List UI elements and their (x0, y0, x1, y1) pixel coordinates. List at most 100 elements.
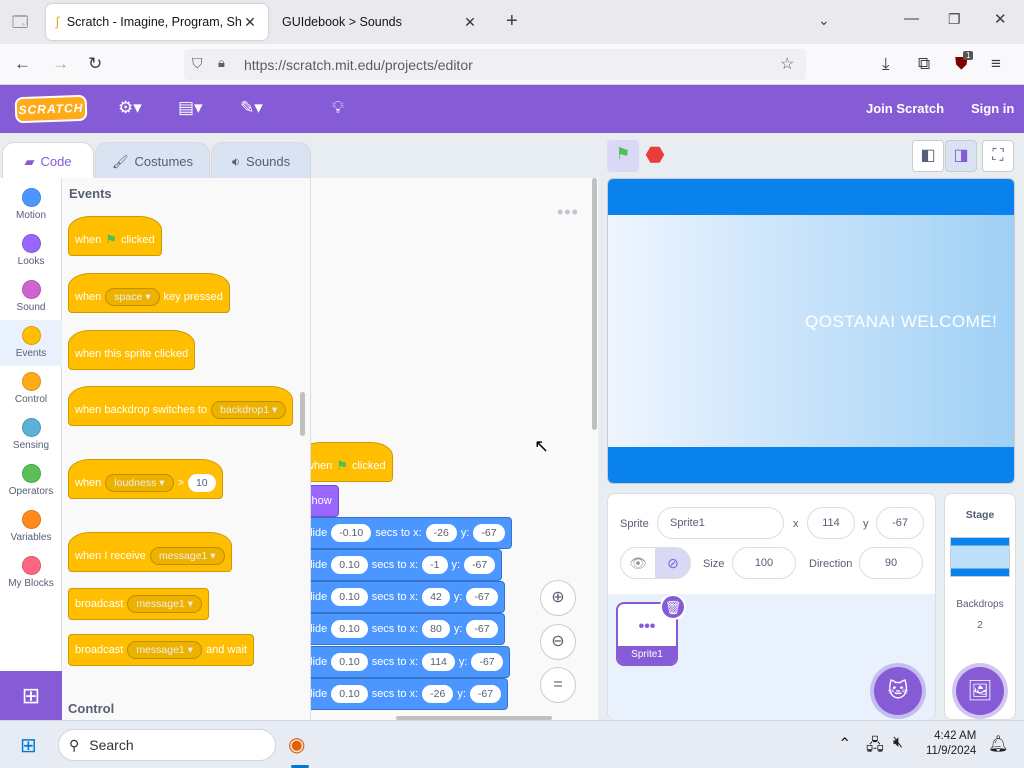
tab-costumes[interactable]: 🖌︎ Costumes (95, 142, 210, 180)
sprite-name-input[interactable]: Sprite1 (657, 507, 784, 539)
loudness-value[interactable]: 10 (187, 474, 216, 492)
block-when-flag-clicked[interactable]: when ⚑ clicked (68, 216, 162, 256)
script-block-when-flag-clicked[interactable]: when⚑clicked (311, 442, 393, 482)
block-broadcast-and-wait[interactable]: broadcast message1 ▾ and wait (68, 634, 254, 666)
y-position-input[interactable]: -67 (876, 507, 924, 539)
script-block-glide[interactable]: glide-0.10secs to x:-26y:-67 (311, 517, 512, 549)
lock-icon[interactable]: 🔒︎ (218, 55, 225, 71)
block-when-backdrop-switches[interactable]: when backdrop switches to backdrop1 ▾ (68, 386, 294, 426)
script-block-glide[interactable]: glide0.10secs to x:80y:-67 (311, 613, 505, 645)
message-dropdown[interactable]: message1 ▾ (149, 547, 225, 565)
y-input[interactable]: -67 (471, 653, 503, 671)
block-when-loudness[interactable]: when loudness ▾ >10 (68, 459, 223, 499)
category-control[interactable]: Control (0, 366, 62, 412)
close-window-button[interactable]: ✕ (994, 10, 1007, 28)
bookmark-star-icon[interactable]: ☆ (780, 54, 794, 74)
tab-list-icon[interactable]: 🗔 (12, 12, 28, 37)
script-block-glide[interactable]: glide0.10secs to x:-1y:-67 (311, 549, 503, 581)
settings-gear-icon[interactable]: ⚙▾ (118, 98, 142, 118)
stop-button[interactable]: ⬣ (639, 140, 671, 172)
join-scratch-link[interactable]: Join Scratch (866, 101, 944, 116)
url-bar[interactable]: ⛉ 🔒︎ https://scratch.mit.edu/projects/ed… (184, 49, 806, 80)
script-vertical-scrollbar[interactable] (592, 178, 597, 430)
x-position-input[interactable]: 114 (807, 507, 855, 539)
maximize-button[interactable]: ❐ (948, 11, 961, 28)
new-tab-button[interactable]: + (506, 10, 518, 33)
size-input[interactable]: 100 (732, 547, 796, 579)
secs-input[interactable]: 0.10 (331, 620, 368, 638)
secs-input[interactable]: 0.10 (331, 685, 368, 703)
x-input[interactable]: -1 (422, 556, 448, 574)
sign-in-link[interactable]: Sign in (971, 101, 1014, 116)
zoom-in-button[interactable]: ⊕ (540, 580, 576, 616)
tab-code[interactable]: ▰ Code (2, 142, 94, 180)
add-extension-button[interactable]: ⊞ (0, 671, 62, 720)
extensions-icon[interactable]: ⧉ (918, 54, 930, 74)
choose-sprite-cat-icon[interactable]: 🐱︎ (874, 667, 922, 715)
edit-menu-icon[interactable]: ✎▾ (240, 98, 263, 118)
more-options-icon[interactable]: ••• (557, 202, 579, 223)
direction-input[interactable]: 90 (859, 547, 923, 579)
shield-icon[interactable]: ⛉ (192, 55, 203, 72)
green-flag-button[interactable]: ⚑ (607, 140, 639, 172)
chevron-down-icon[interactable]: ⌄ (818, 12, 830, 29)
block-when-sprite-clicked[interactable]: when this sprite clicked (68, 330, 196, 370)
volume-mute-icon[interactable]: 🔇︎ (893, 734, 903, 752)
delete-sprite-trash-icon[interactable]: 🗑︎ (660, 594, 686, 620)
show-sprite-eye-icon[interactable]: 👁︎ (620, 547, 656, 579)
block-when-i-receive[interactable]: when I receive message1 ▾ (68, 532, 232, 572)
close-tab-icon[interactable]: ✕ (462, 14, 478, 31)
windows-start-icon[interactable]: ⊞ (20, 733, 37, 758)
taskbar-clock[interactable]: 4:42 AM 11/9/2024 (926, 729, 976, 759)
category-operators[interactable]: Operators (0, 458, 62, 504)
x-input[interactable]: 114 (422, 653, 455, 671)
tab-sounds[interactable]: 🔉︎ Sounds (211, 142, 311, 180)
zoom-reset-button[interactable]: = (540, 667, 576, 703)
y-input[interactable]: -67 (469, 685, 502, 703)
category-sensing[interactable]: Sensing (0, 412, 62, 458)
category-looks[interactable]: Looks (0, 228, 62, 274)
x-input[interactable]: 42 (422, 588, 450, 606)
y-input[interactable]: -67 (464, 556, 496, 574)
stage-canvas[interactable]: QOSTANAI WELCOME! (607, 178, 1015, 484)
x-input[interactable]: -26 (422, 685, 454, 703)
small-stage-button[interactable]: ◧ (912, 140, 944, 172)
hide-sprite-eye-icon[interactable]: ⊘ (655, 547, 691, 579)
backdrop-thumbnail[interactable] (950, 537, 1010, 577)
scratch-logo[interactable]: SCRATCH (14, 94, 88, 124)
browser-tab-guidebook[interactable]: GUIdebook > Sounds ✕ (272, 4, 488, 40)
category-motion[interactable]: Motion (0, 182, 62, 228)
minimize-button[interactable]: — (904, 10, 919, 27)
firefox-taskbar-icon[interactable]: ◉ (288, 732, 305, 757)
reload-icon[interactable]: ↻ (88, 54, 102, 74)
secs-input[interactable]: 0.10 (331, 556, 368, 574)
block-broadcast[interactable]: broadcast message1 ▾ (68, 588, 209, 620)
forward-icon[interactable]: → (52, 54, 69, 74)
download-icon[interactable]: ⤓ (882, 54, 890, 74)
x-input[interactable]: -26 (425, 524, 457, 542)
script-block-glide[interactable]: glide0.10secs to x:114y:-67 (311, 646, 510, 678)
y-input[interactable]: -67 (473, 524, 505, 542)
script-block-glide[interactable]: glide0.10secs to x:-26y:-67 (311, 678, 509, 710)
choose-backdrop-image-icon[interactable]: 🖼︎ (956, 667, 1004, 715)
hamburger-menu-icon[interactable]: ≡ (991, 54, 1001, 74)
fullscreen-button[interactable]: ⛶ (982, 140, 1014, 172)
category-events[interactable]: Events (0, 320, 62, 366)
sensor-dropdown[interactable]: loudness ▾ (105, 474, 174, 492)
script-block-glide[interactable]: glide0.10secs to x:42y:-67 (311, 581, 505, 613)
script-block-show[interactable]: show (311, 485, 339, 517)
network-icon[interactable]: 🖧︎ (866, 734, 884, 761)
message-dropdown[interactable]: message1 ▾ (127, 595, 202, 613)
chevron-up-icon[interactable]: ⌃ (838, 734, 851, 754)
close-tab-icon[interactable]: ✕ (242, 14, 258, 31)
secs-input[interactable]: 0.10 (331, 653, 368, 671)
category-variables[interactable]: Variables (0, 504, 62, 550)
y-input[interactable]: -67 (466, 588, 498, 606)
category-my-blocks[interactable]: My Blocks (0, 550, 62, 596)
taskbar-search-box[interactable]: ⚲ Search (58, 729, 276, 761)
browser-tab-scratch[interactable]: ʃ Scratch - Imagine, Program, Sh ✕ (46, 4, 268, 40)
category-sound[interactable]: Sound (0, 274, 62, 320)
zoom-out-button[interactable]: ⊖ (540, 624, 576, 660)
y-input[interactable]: -67 (466, 620, 498, 638)
debug-lightbulb-icon[interactable]: 💡︎ (332, 98, 344, 118)
